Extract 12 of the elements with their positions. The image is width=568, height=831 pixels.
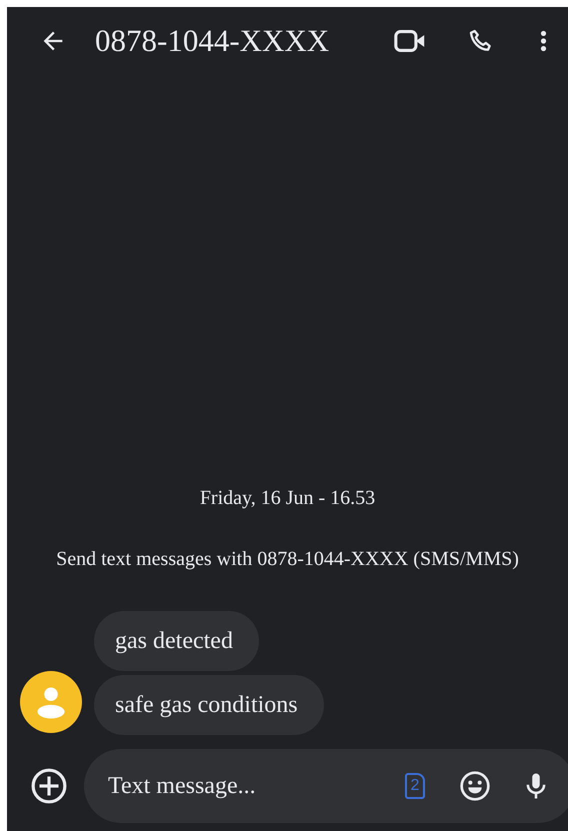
message-bubble: gas detected — [94, 611, 259, 671]
info-text: Send text messages with 0878-1044-XXXX (SMS/MMS) — [55, 548, 520, 571]
avatar-icon — [20, 671, 82, 733]
more-icon[interactable] — [539, 28, 548, 54]
video-call-icon[interactable] — [393, 28, 427, 54]
sim-icon[interactable]: 2 — [405, 773, 425, 799]
date-label: Friday, 16 Jun - 16.53 — [198, 487, 376, 510]
contact-title: 0878-1044-XXXX — [95, 23, 330, 59]
message-bubble: safe gas conditions — [94, 675, 324, 735]
add-icon[interactable] — [30, 767, 68, 805]
emoji-icon[interactable] — [459, 770, 491, 802]
message-field[interactable]: Text message... 2 — [84, 749, 568, 823]
